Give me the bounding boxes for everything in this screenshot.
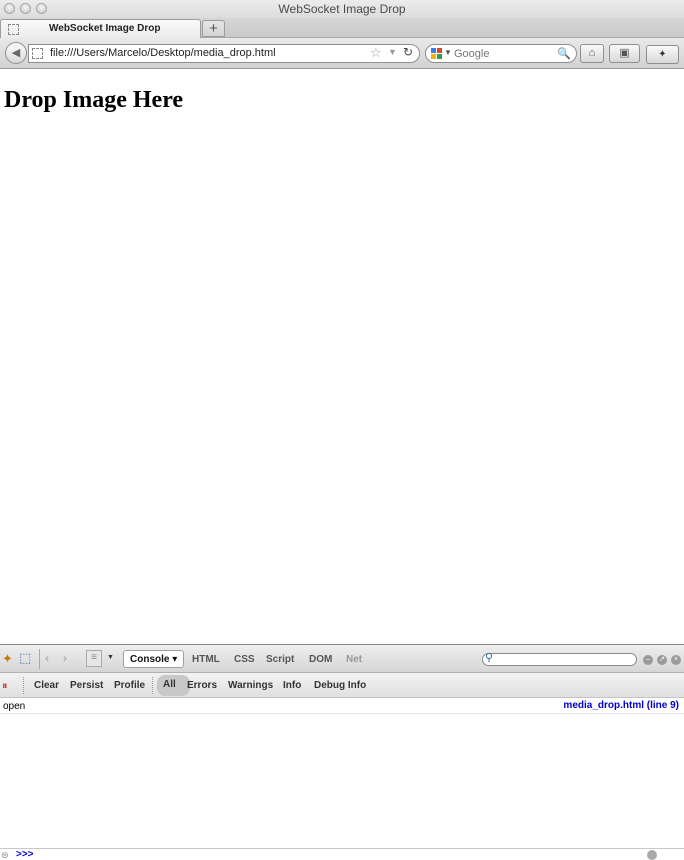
forward-arrow-icon[interactable]: › <box>63 651 67 665</box>
title-bar: WebSocket Image Drop <box>0 0 684 18</box>
engine-dropdown-icon[interactable]: ▼ <box>444 48 452 57</box>
tab-label: WebSocket Image Drop <box>49 23 161 34</box>
tab-console[interactable]: Console ▾ <box>123 650 185 668</box>
page-content[interactable]: Drop Image Here <box>0 70 684 644</box>
close-firebug-icon[interactable]: × <box>671 655 681 665</box>
zoom-window-button[interactable] <box>36 3 47 14</box>
log-message: open <box>3 701 26 712</box>
back-arrow-icon[interactable]: ‹ <box>45 651 49 665</box>
page-favicon-icon <box>8 24 19 35</box>
minimize-firebug-icon[interactable]: – <box>643 655 653 665</box>
firebug-search-input[interactable]: ⚲ <box>482 652 637 666</box>
filter-all-button[interactable]: All <box>157 675 190 696</box>
console-toolbar: ⏸ Clear Persist Profile All Errors Warni… <box>0 673 684 698</box>
minimize-window-button[interactable] <box>20 3 31 14</box>
search-input[interactable]: ▼ Google 🔍 <box>425 44 577 63</box>
search-placeholder: Google <box>454 48 490 60</box>
break-on-error-icon[interactable]: ⏸ <box>2 680 8 693</box>
close-window-button[interactable] <box>4 3 15 14</box>
toolbar-separator <box>23 677 24 694</box>
filter-debug-info-button[interactable]: Debug Info <box>314 680 366 691</box>
bookmarks-button[interactable]: ▣ <box>609 44 640 63</box>
window-title: WebSocket Image Drop <box>278 2 406 16</box>
profile-button[interactable]: Profile <box>114 680 147 691</box>
detach-firebug-icon[interactable]: ↗ <box>657 655 667 665</box>
url-bar[interactable]: file:///Users/Marcelo/Desktop/media_drop… <box>28 44 420 63</box>
tab-css[interactable]: CSS <box>234 654 255 665</box>
clear-button[interactable]: Clear <box>34 680 67 691</box>
tab-net[interactable]: Net <box>346 654 362 665</box>
firebug-menu-icon[interactable]: ✦ <box>2 651 13 667</box>
filter-info-button[interactable]: Info <box>283 680 316 691</box>
search-icon: ⚲ <box>485 652 494 664</box>
tab-script[interactable]: Script <box>266 654 294 665</box>
console-log-row: open media_drop.html (line 9) <box>0 699 684 714</box>
firebug-toggle-button[interactable]: ✦ <box>646 45 679 64</box>
command-prompt: >>> <box>16 849 34 860</box>
back-button[interactable]: ◀ <box>5 42 27 64</box>
command-editor-icon[interactable]: ≡ <box>86 650 102 667</box>
toolbar-separator <box>39 649 40 669</box>
inspect-element-icon[interactable]: ⬚ <box>19 650 31 666</box>
log-source-link[interactable]: media_drop.html (line 9) <box>563 700 679 711</box>
google-engine-icon[interactable] <box>431 48 442 59</box>
url-text: file:///Users/Marcelo/Desktop/media_drop… <box>50 47 276 59</box>
bookmark-star-icon[interactable]: ☆ <box>370 45 382 61</box>
firebug-panel: ✦ ⬚ ‹ › ≡ ▼ Console ▾ HTML CSS Script DO… <box>0 644 684 860</box>
tab-websocket-image-drop[interactable]: WebSocket Image Drop <box>0 19 201 38</box>
expand-command-editor-icon[interactable] <box>647 850 657 860</box>
persist-button[interactable]: Persist <box>70 680 103 691</box>
new-tab-button[interactable]: + <box>202 20 225 37</box>
command-line[interactable]: ⊜ >>> <box>0 848 684 860</box>
history-dropdown-icon[interactable]: ▼ <box>388 47 397 57</box>
page-heading: Drop Image Here <box>4 87 184 113</box>
filter-warnings-button[interactable]: Warnings <box>228 680 273 691</box>
tab-html[interactable]: HTML <box>192 654 220 665</box>
tab-strip: WebSocket Image Drop + <box>0 18 684 38</box>
toolbar-separator <box>152 677 153 694</box>
panel-menu-icon[interactable]: ▼ <box>107 654 114 661</box>
tab-dom[interactable]: DOM <box>309 654 332 665</box>
navigation-bar: ◀ file:///Users/Marcelo/Desktop/media_dr… <box>0 38 684 69</box>
magnifier-icon[interactable]: 🔍 <box>557 47 571 60</box>
home-button[interactable]: ⌂ <box>580 44 604 63</box>
command-line-icon: ⊜ <box>1 850 9 860</box>
firebug-main-toolbar: ✦ ⬚ ‹ › ≡ ▼ Console ▾ HTML CSS Script DO… <box>0 645 684 673</box>
reload-icon[interactable]: ↻ <box>403 45 413 59</box>
site-identity-icon[interactable] <box>32 48 43 59</box>
filter-errors-button[interactable]: Errors <box>187 680 220 691</box>
